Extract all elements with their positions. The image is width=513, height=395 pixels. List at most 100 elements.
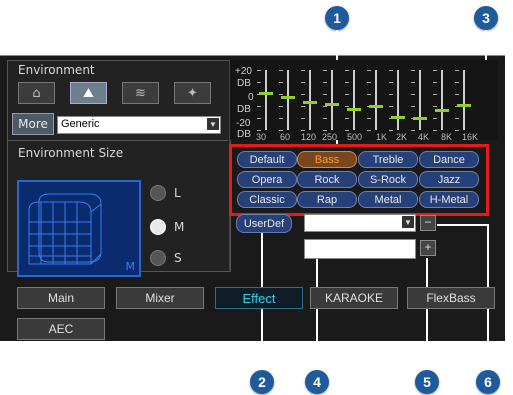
eq-slider[interactable] <box>345 70 361 131</box>
eq-tick <box>257 82 261 83</box>
userdef-name-input[interactable] <box>304 239 416 259</box>
eq-tick <box>367 94 371 95</box>
eq-knob[interactable] <box>369 105 383 108</box>
eq-slider[interactable] <box>367 70 383 131</box>
eq-tick <box>257 70 261 71</box>
userdef-button[interactable]: UserDef <box>236 214 292 233</box>
eq-slider[interactable] <box>433 70 449 131</box>
eq-tick <box>455 130 459 131</box>
preset-jazz-button[interactable]: Jazz <box>419 171 479 188</box>
radio-s[interactable] <box>150 250 166 266</box>
size-option-l[interactable]: L <box>150 185 181 201</box>
eq-db-unit-2: DB <box>237 104 251 115</box>
size-option-m[interactable]: M <box>150 219 184 235</box>
preset-opera-button[interactable]: Opera <box>237 171 297 188</box>
eq-tick <box>433 106 437 107</box>
tab-main[interactable]: Main <box>17 287 105 309</box>
tab-effect[interactable]: Effect <box>215 287 303 309</box>
env-mountain-button[interactable]: ⛰ <box>70 82 107 104</box>
eq-tick <box>389 94 393 95</box>
eq-freq-label: 30 <box>256 132 267 142</box>
more-button[interactable]: More <box>12 113 54 135</box>
env-forest-button[interactable]: ✦ <box>174 82 211 104</box>
tab-flexbass[interactable]: FlexBass <box>407 287 495 309</box>
eq-tick <box>455 82 459 83</box>
eq-tick <box>345 70 349 71</box>
eq-slider[interactable] <box>257 70 273 131</box>
eq-tick <box>367 70 371 71</box>
remove-preset-button[interactable]: − <box>420 215 436 231</box>
preset-treble-button[interactable]: Treble <box>358 151 418 168</box>
eq-tick <box>367 82 371 83</box>
preset-classic-button[interactable]: Classic <box>237 191 297 208</box>
eq-tick <box>279 82 283 83</box>
preset-s-rock-button[interactable]: S-Rock <box>358 171 418 188</box>
eq-tick <box>323 82 327 83</box>
size-option-s[interactable]: S <box>150 250 182 266</box>
size-m-label: M <box>174 220 185 234</box>
eq-knob[interactable] <box>347 108 361 111</box>
eq-freq-label: 250 <box>322 132 338 142</box>
eq-tick <box>433 94 437 95</box>
eq-track <box>287 70 289 130</box>
eq-slider[interactable] <box>455 70 471 131</box>
eq-db-plus20: +20 <box>235 66 252 77</box>
eq-tick <box>279 118 283 119</box>
eq-slider[interactable] <box>301 70 317 131</box>
environment-label: Environment <box>18 63 95 77</box>
radio-l[interactable] <box>150 185 166 201</box>
eq-tick <box>301 130 305 131</box>
radio-m[interactable] <box>150 219 166 235</box>
eq-tick <box>257 130 261 131</box>
preset-dance-button[interactable]: Dance <box>419 151 479 168</box>
preset-rock-button[interactable]: Rock <box>297 171 357 188</box>
callout-1: 1 <box>325 6 349 30</box>
userdef-dropdown[interactable]: ▼ <box>304 214 416 232</box>
eq-tick <box>433 118 437 119</box>
eq-slider[interactable] <box>411 70 427 131</box>
callout-5: 5 <box>415 370 439 394</box>
eq-db-minus20: -20 <box>236 118 251 129</box>
preset-rap-button[interactable]: Rap <box>297 191 357 208</box>
eq-track <box>441 70 443 130</box>
preset-h-metal-button[interactable]: H-Metal <box>419 191 479 208</box>
eq-knob[interactable] <box>435 109 449 112</box>
preset-default-button[interactable]: Default <box>237 151 297 168</box>
preset-metal-button[interactable]: Metal <box>358 191 418 208</box>
eq-knob[interactable] <box>413 117 427 120</box>
env-hall-button[interactable]: ≋ <box>122 82 159 104</box>
env-room-button[interactable]: ⌂ <box>18 82 55 104</box>
eq-tick <box>455 70 459 71</box>
eq-freq-label: 16K <box>462 132 479 142</box>
tab-karaoke[interactable]: KARAOKE <box>310 287 398 309</box>
eq-knob[interactable] <box>281 96 295 99</box>
eq-knob[interactable] <box>325 103 339 106</box>
environment-size-label: Environment Size <box>18 146 124 160</box>
eq-tick <box>411 70 415 71</box>
eq-tick <box>389 106 393 107</box>
eq-slider[interactable] <box>389 70 405 131</box>
chevron-down-icon[interactable]: ▼ <box>402 216 414 228</box>
eq-knob[interactable] <box>259 92 273 95</box>
eq-db-zero: 0 <box>248 92 254 103</box>
room-preview: M <box>17 180 141 277</box>
chevron-down-icon[interactable]: ▼ <box>207 118 219 130</box>
eq-track <box>265 70 267 130</box>
room-grid-icon <box>28 193 102 265</box>
eq-tick <box>455 94 459 95</box>
eq-db-unit-1: DB <box>237 78 251 89</box>
eq-knob[interactable] <box>391 116 405 119</box>
eq-knob[interactable] <box>457 104 471 107</box>
preset-bass-button[interactable]: Bass <box>297 151 357 168</box>
environment-preset-select[interactable]: Generic ▼ <box>57 116 221 134</box>
eq-tick <box>301 118 305 119</box>
tab-aec[interactable]: AEC <box>17 318 105 340</box>
tab-mixer[interactable]: Mixer <box>116 287 204 309</box>
eq-slider[interactable] <box>323 70 339 131</box>
add-preset-button[interactable]: + <box>420 240 436 256</box>
eq-tick <box>389 130 393 131</box>
eq-knob[interactable] <box>303 101 317 104</box>
eq-slider[interactable] <box>279 70 295 131</box>
eq-tick <box>345 130 349 131</box>
eq-tick <box>433 82 437 83</box>
